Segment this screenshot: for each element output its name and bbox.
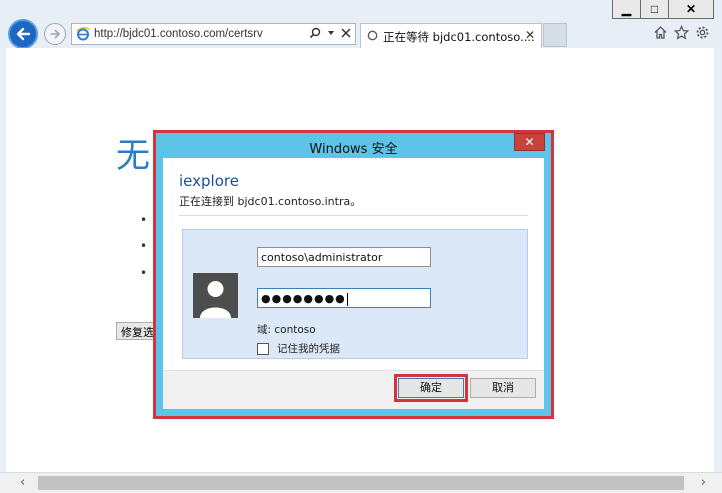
separator <box>179 215 528 216</box>
scroll-thumb[interactable] <box>38 476 684 490</box>
remember-label: 记住我的凭据 <box>277 343 340 355</box>
password-mask: ●●●●●●●● <box>261 292 346 305</box>
text-caret <box>346 292 348 306</box>
tab-close-icon[interactable]: ✕ <box>525 28 535 42</box>
scroll-left-icon[interactable]: ‹ <box>20 475 25 490</box>
window-close-button[interactable]: ✕ <box>668 0 714 19</box>
dialog-titlebar[interactable]: Windows 安全 ✕ <box>156 133 551 158</box>
stop-icon[interactable] <box>341 28 351 38</box>
dialog-footer: 确定 取消 <box>163 370 544 409</box>
toolbar-icons <box>653 25 710 40</box>
tab-title: 正在等待 bjdc01.contoso.... <box>383 30 535 44</box>
home-icon[interactable] <box>653 25 668 40</box>
dialog-close-button[interactable]: ✕ <box>514 133 545 151</box>
address-actions <box>309 27 351 39</box>
domain-label: 域: contoso <box>257 324 316 336</box>
bullet-2: • <box>140 239 148 253</box>
windows-security-dialog: Windows 安全 ✕ iexplore 正在连接到 bjdc01.conto… <box>153 130 554 419</box>
connecting-text: 正在连接到 bjdc01.contoso.intra。 <box>179 195 362 208</box>
spinner-icon <box>367 30 378 41</box>
remember-credentials[interactable]: 记住我的凭据 <box>257 341 340 356</box>
ie-icon <box>76 27 90 41</box>
password-field[interactable]: ●●●●●●●● <box>257 288 431 308</box>
browser-chrome: ▁ □ ✕ http://bjdc01.contoso.com/certsrv <box>0 0 722 49</box>
dialog-frame: Windows 安全 ✕ iexplore 正在连接到 bjdc01.conto… <box>156 133 551 416</box>
forward-icon <box>50 29 60 39</box>
user-avatar-icon <box>193 273 238 318</box>
credential-tile[interactable]: contoso\administrator ●●●●●●●● 域: contos… <box>182 229 528 359</box>
tab-active[interactable]: 正在等待 bjdc01.contoso.... ✕ <box>360 23 542 48</box>
username-field[interactable]: contoso\administrator <box>257 247 431 267</box>
favorites-icon[interactable] <box>674 25 689 40</box>
url-text: http://bjdc01.contoso.com/certsrv <box>94 28 263 40</box>
window-controls: ▁ □ ✕ <box>612 0 714 20</box>
horizontal-scrollbar[interactable]: ‹ › <box>0 472 722 493</box>
minimize-button[interactable]: ▁ <box>612 0 641 19</box>
dialog-title: Windows 安全 <box>309 142 398 157</box>
bullet-1: • <box>140 213 148 227</box>
cancel-button[interactable]: 取消 <box>470 378 536 398</box>
dropdown-icon[interactable] <box>327 29 335 37</box>
forward-button[interactable] <box>44 23 66 45</box>
ok-button[interactable]: 确定 <box>394 374 468 402</box>
search-icon[interactable] <box>309 27 321 39</box>
back-button[interactable] <box>8 19 38 49</box>
app-name: iexplore <box>179 172 239 190</box>
page-heading: 无 <box>116 136 150 176</box>
maximize-button[interactable]: □ <box>640 0 669 19</box>
back-icon <box>16 27 31 41</box>
settings-icon[interactable] <box>695 25 710 40</box>
remember-checkbox[interactable] <box>257 342 269 355</box>
bullet-3: • <box>140 266 148 280</box>
address-bar[interactable]: http://bjdc01.contoso.com/certsrv <box>71 23 356 45</box>
new-tab-button[interactable] <box>543 23 567 47</box>
scroll-right-icon[interactable]: › <box>701 475 706 490</box>
dialog-body: iexplore 正在连接到 bjdc01.contoso.intra。 con… <box>163 158 544 409</box>
